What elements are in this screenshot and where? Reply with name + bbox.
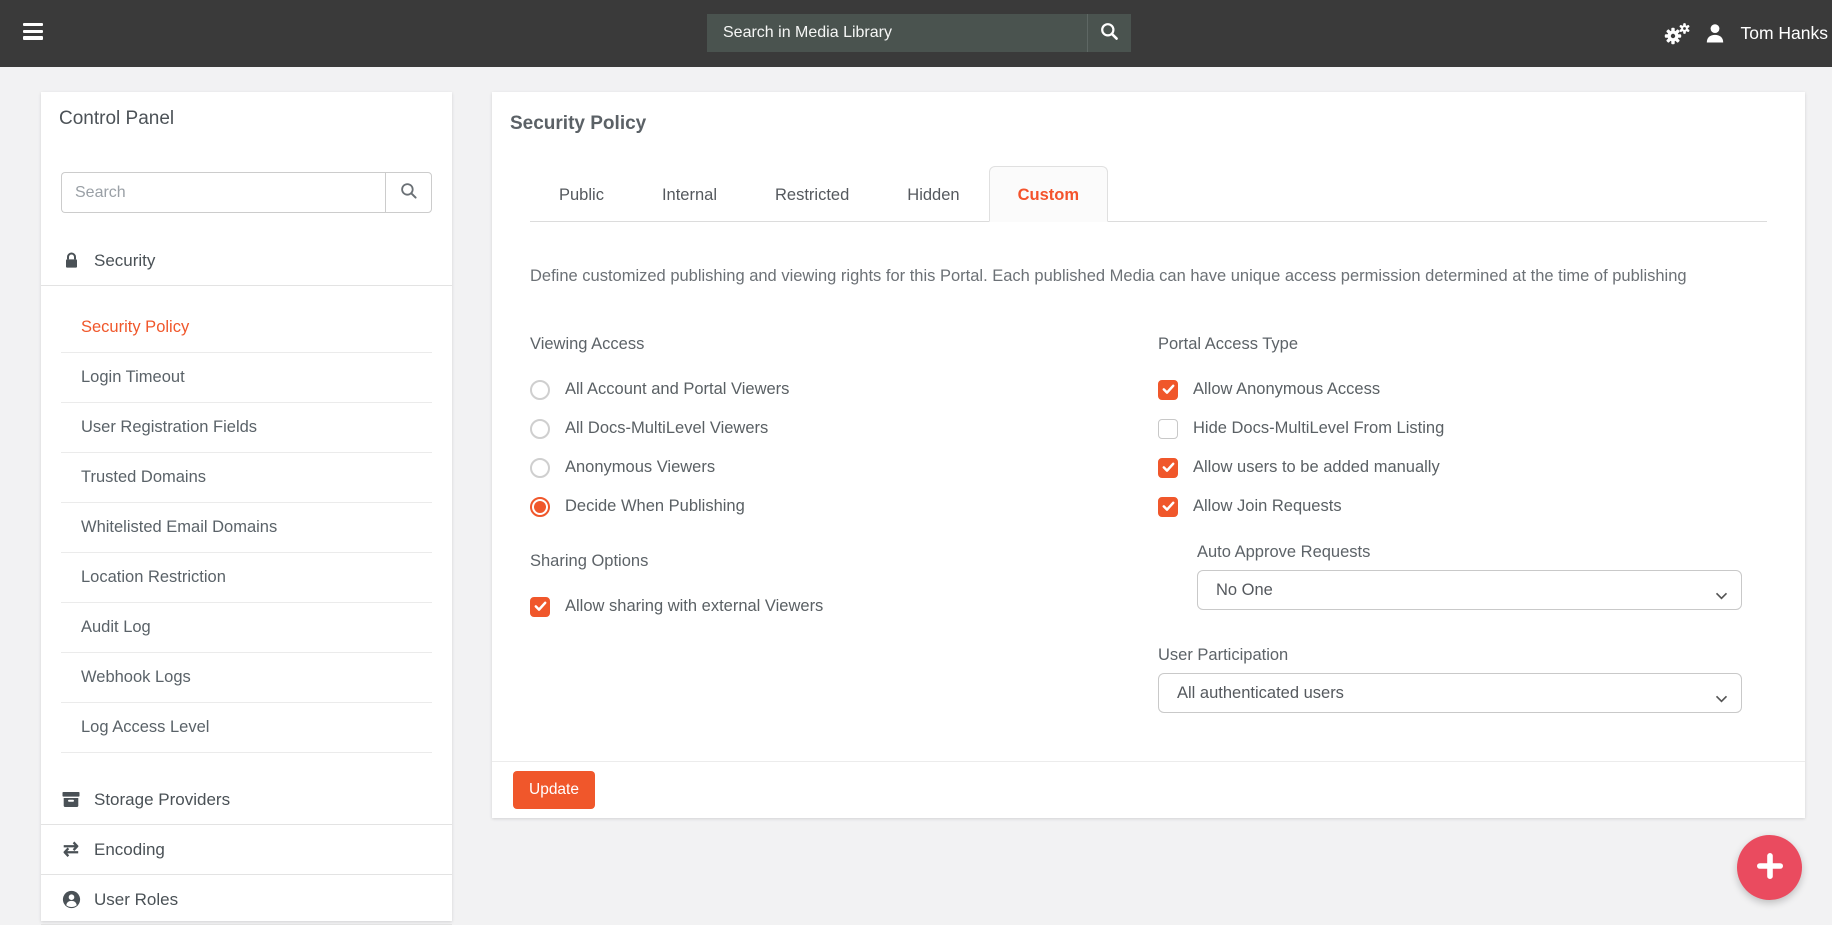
radio-option-all-docs-multilevel-viewers[interactable]: All Docs-MultiLevel Viewers	[530, 409, 1158, 448]
radio-button[interactable]	[530, 458, 550, 478]
sidebar-item-login-timeout[interactable]: Login Timeout	[61, 353, 432, 403]
auto-approve-label: Auto Approve Requests	[1197, 543, 1767, 562]
sidebar-item-audit-log[interactable]: Audit Log	[61, 603, 432, 653]
lock-icon	[61, 252, 81, 269]
sidebar-search-button[interactable]	[385, 172, 432, 213]
tab-hidden[interactable]: Hidden	[878, 166, 988, 222]
option-label: Allow Join Requests	[1193, 497, 1342, 516]
sidebar-item-webhook-logs[interactable]: Webhook Logs	[61, 653, 432, 703]
hamburger-menu-icon[interactable]	[23, 22, 45, 44]
policy-tabs: Public Internal Restricted Hidden Custom	[530, 166, 1767, 222]
user-participation-label: User Participation	[1158, 646, 1767, 665]
update-button[interactable]: Update	[513, 771, 595, 809]
option-label: All Docs-MultiLevel Viewers	[565, 419, 768, 438]
checkbox-option-allow-join-requests[interactable]: Allow Join Requests	[1158, 487, 1767, 526]
panel-footer: Update	[492, 761, 1805, 818]
sidebar-section-storage-providers[interactable]: Storage Providers	[41, 775, 452, 825]
sidebar-section-encoding[interactable]: ⇄ Encoding	[41, 825, 452, 875]
user-participation-select-wrap: All authenticated users	[1158, 673, 1742, 713]
top-bar: Tom Hanks	[0, 0, 1832, 67]
sidebar-item-trusted-domains[interactable]: Trusted Domains	[61, 453, 432, 503]
option-label: Allow Anonymous Access	[1193, 380, 1380, 399]
media-library-search-input[interactable]	[707, 14, 1087, 52]
sidebar-section-label: Storage Providers	[94, 790, 230, 810]
portal-access-options: Allow Anonymous Access Hide Docs-MultiLe…	[1158, 370, 1767, 526]
radio-option-anonymous-viewers[interactable]: Anonymous Viewers	[530, 448, 1158, 487]
radio-button[interactable]	[530, 380, 550, 400]
settings-cogs-icon[interactable]	[1663, 22, 1690, 46]
check-icon	[1162, 384, 1175, 395]
auto-approve-select[interactable]: No One	[1197, 570, 1742, 610]
check-icon	[1162, 462, 1175, 473]
portal-access-column: Portal Access Type Allow Anonymous Acces…	[1158, 335, 1767, 713]
checkbox-option-hide-docs-multilevel[interactable]: Hide Docs-MultiLevel From Listing	[1158, 409, 1767, 448]
user-circle-icon	[61, 890, 81, 909]
checkbox[interactable]	[1158, 497, 1178, 517]
checkbox-option-allow-anonymous-access[interactable]: Allow Anonymous Access	[1158, 370, 1767, 409]
tab-restricted[interactable]: Restricted	[746, 166, 878, 222]
sharing-options-list: Allow sharing with external Viewers	[530, 587, 1158, 626]
auto-approve-select-wrap: No One	[1197, 570, 1742, 610]
viewing-access-column: Viewing Access All Account and Portal Vi…	[530, 335, 1158, 713]
page-title: Security Policy	[510, 92, 1767, 135]
option-label: Decide When Publishing	[565, 497, 745, 516]
user-participation-select[interactable]: All authenticated users	[1158, 673, 1742, 713]
checkbox-option-allow-manual-users[interactable]: Allow users to be added manually	[1158, 448, 1767, 487]
sidebar-section-security[interactable]: Security	[41, 236, 452, 286]
checkbox-option-allow-external-sharing[interactable]: Allow sharing with external Viewers	[530, 587, 1158, 626]
option-label: All Account and Portal Viewers	[565, 380, 789, 399]
security-policy-panel: Security Policy Public Internal Restrict…	[492, 92, 1805, 818]
user-name[interactable]: Tom Hanks	[1740, 23, 1828, 44]
sidebar-item-user-registration-fields[interactable]: User Registration Fields	[61, 403, 432, 453]
sidebar-item-whitelisted-email-domains[interactable]: Whitelisted Email Domains	[61, 503, 432, 553]
add-button[interactable]	[1737, 835, 1802, 900]
topbar-right-group: Tom Hanks	[1663, 0, 1828, 67]
search-icon	[1100, 22, 1119, 44]
sidebar-item-security-policy[interactable]: Security Policy	[61, 303, 432, 353]
radio-option-decide-when-publishing[interactable]: Decide When Publishing	[530, 487, 1158, 526]
archive-box-icon	[61, 791, 81, 808]
radio-button[interactable]	[530, 419, 550, 439]
plus-icon	[1754, 850, 1786, 885]
media-library-search	[707, 14, 1131, 52]
media-library-search-button[interactable]	[1087, 14, 1131, 52]
settings-columns: Viewing Access All Account and Portal Vi…	[530, 335, 1767, 713]
tab-public[interactable]: Public	[530, 166, 633, 222]
option-label: Hide Docs-MultiLevel From Listing	[1193, 419, 1444, 438]
sidebar-section-label: Security	[94, 251, 155, 271]
sidebar-section-label: Encoding	[94, 840, 165, 860]
tab-description: Define customized publishing and viewing…	[530, 264, 1715, 289]
control-panel-sidebar: Control Panel Security Security Policy L…	[41, 92, 452, 921]
check-icon	[1162, 501, 1175, 512]
checkbox[interactable]	[530, 597, 550, 617]
sidebar-item-location-restriction[interactable]: Location Restriction	[61, 553, 432, 603]
portal-access-heading: Portal Access Type	[1158, 335, 1767, 354]
checkbox[interactable]	[1158, 458, 1178, 478]
radio-option-all-account-portal-viewers[interactable]: All Account and Portal Viewers	[530, 370, 1158, 409]
viewing-access-options: All Account and Portal Viewers All Docs-…	[530, 370, 1158, 526]
check-icon	[534, 601, 547, 612]
sidebar-item-log-access-level[interactable]: Log Access Level	[61, 703, 432, 753]
sidebar-section-user-roles[interactable]: User Roles	[41, 875, 452, 925]
tab-internal[interactable]: Internal	[633, 166, 746, 222]
sidebar-spacer	[61, 753, 432, 775]
checkbox[interactable]	[1158, 419, 1178, 439]
sidebar-search	[61, 172, 432, 213]
sidebar-section-label: User Roles	[94, 890, 178, 910]
checkbox[interactable]	[1158, 380, 1178, 400]
option-label: Allow users to be added manually	[1193, 458, 1440, 477]
option-label: Anonymous Viewers	[565, 458, 715, 477]
sidebar-title: Control Panel	[59, 106, 432, 132]
search-icon	[400, 182, 418, 203]
radio-button[interactable]	[530, 497, 550, 517]
tab-custom[interactable]: Custom	[989, 166, 1108, 222]
viewing-access-heading: Viewing Access	[530, 335, 1158, 354]
transfer-arrows-icon: ⇄	[61, 840, 81, 859]
security-items-list: Security Policy Login Timeout User Regis…	[61, 303, 432, 753]
user-avatar-icon[interactable]	[1705, 23, 1725, 44]
option-label: Allow sharing with external Viewers	[565, 597, 823, 616]
sidebar-search-input[interactable]	[61, 172, 385, 213]
sharing-options-heading: Sharing Options	[530, 552, 1158, 571]
